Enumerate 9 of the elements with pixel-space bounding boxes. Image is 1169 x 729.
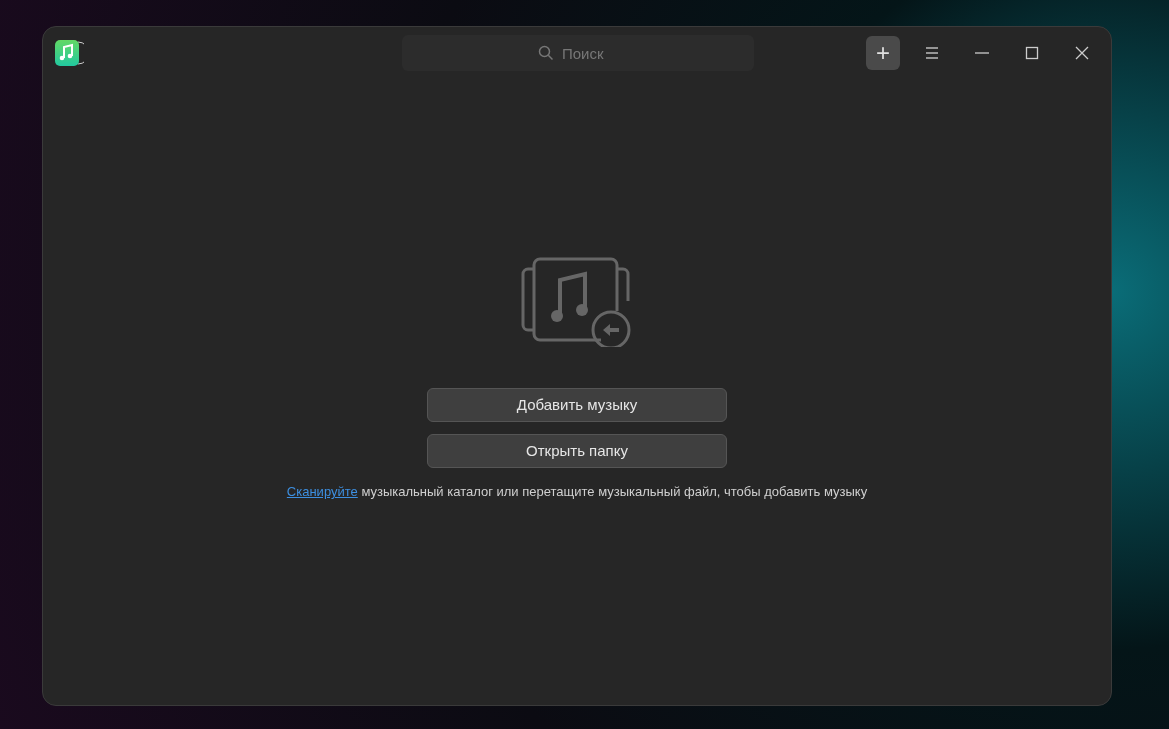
music-app-icon[interactable] <box>54 39 84 67</box>
action-button[interactable]: Открыть папку <box>427 434 727 468</box>
music-folder-icon <box>521 255 633 347</box>
search-field[interactable]: Поиск <box>402 35 754 71</box>
hint-text: Сканируйте музыкальный каталог или перетащите музыкальный файл, чтобы добавить музыку <box>286 483 868 501</box>
add-button[interactable]: + <box>866 36 900 70</box>
scan-link[interactable]: Сканируйте <box>286 484 358 499</box>
search-icon <box>538 45 554 61</box>
action-button[interactable]: Добавить музыку <box>427 388 727 422</box>
